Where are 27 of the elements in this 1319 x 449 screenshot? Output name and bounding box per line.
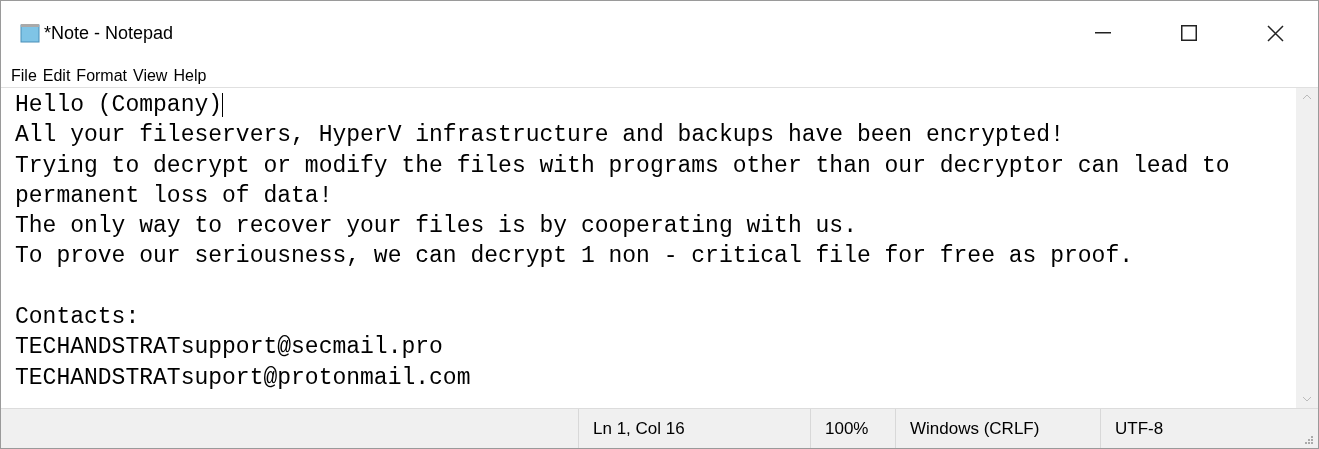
status-text: Ln 1, Col 16	[593, 417, 685, 440]
scroll-down-icon	[1302, 396, 1312, 402]
menu-item[interactable]: File	[11, 64, 37, 88]
text-line: Trying to decrypt or modify the files with programs other than our decryptor can lead to	[15, 151, 1230, 181]
text-line: The only way to recover your files is by cooperating with us.	[15, 212, 857, 242]
text-line: Hello (Company)	[15, 91, 223, 120]
text-line: TECHANDSTRATsuport@protonmail.com	[15, 363, 471, 393]
minimize-icon	[1095, 32, 1111, 34]
status-text: 100%	[825, 417, 869, 440]
text-line: permanent loss of data!	[15, 181, 333, 211]
text-line: TECHANDSTRATsupport@secmail.pro	[15, 333, 443, 363]
text-line: Contacts:	[15, 303, 140, 333]
text-line: All your fileservers, HyperV infrastructure and backups have been encrypted!	[15, 121, 1064, 151]
resize-grip-icon[interactable]	[1304, 435, 1314, 445]
menu-item[interactable]: View	[133, 64, 168, 88]
text-line: To prove our seriousness, we can decrypt 1 non - critical file for free as proof.	[15, 242, 1133, 272]
menu-item[interactable]: Format	[76, 64, 128, 88]
window-title: *Note - Notepad	[44, 21, 174, 45]
scrollbar[interactable]	[1296, 88, 1318, 408]
menu-item[interactable]: Help	[173, 64, 207, 88]
status-text: Windows (CRLF)	[910, 417, 1040, 440]
maximize-icon	[1181, 25, 1197, 41]
menu-item[interactable]: Edit	[42, 64, 71, 88]
close-icon	[1266, 24, 1284, 42]
notepad-icon	[19, 23, 41, 43]
scroll-up-icon	[1302, 94, 1312, 100]
status-text: UTF-8	[1115, 417, 1164, 440]
